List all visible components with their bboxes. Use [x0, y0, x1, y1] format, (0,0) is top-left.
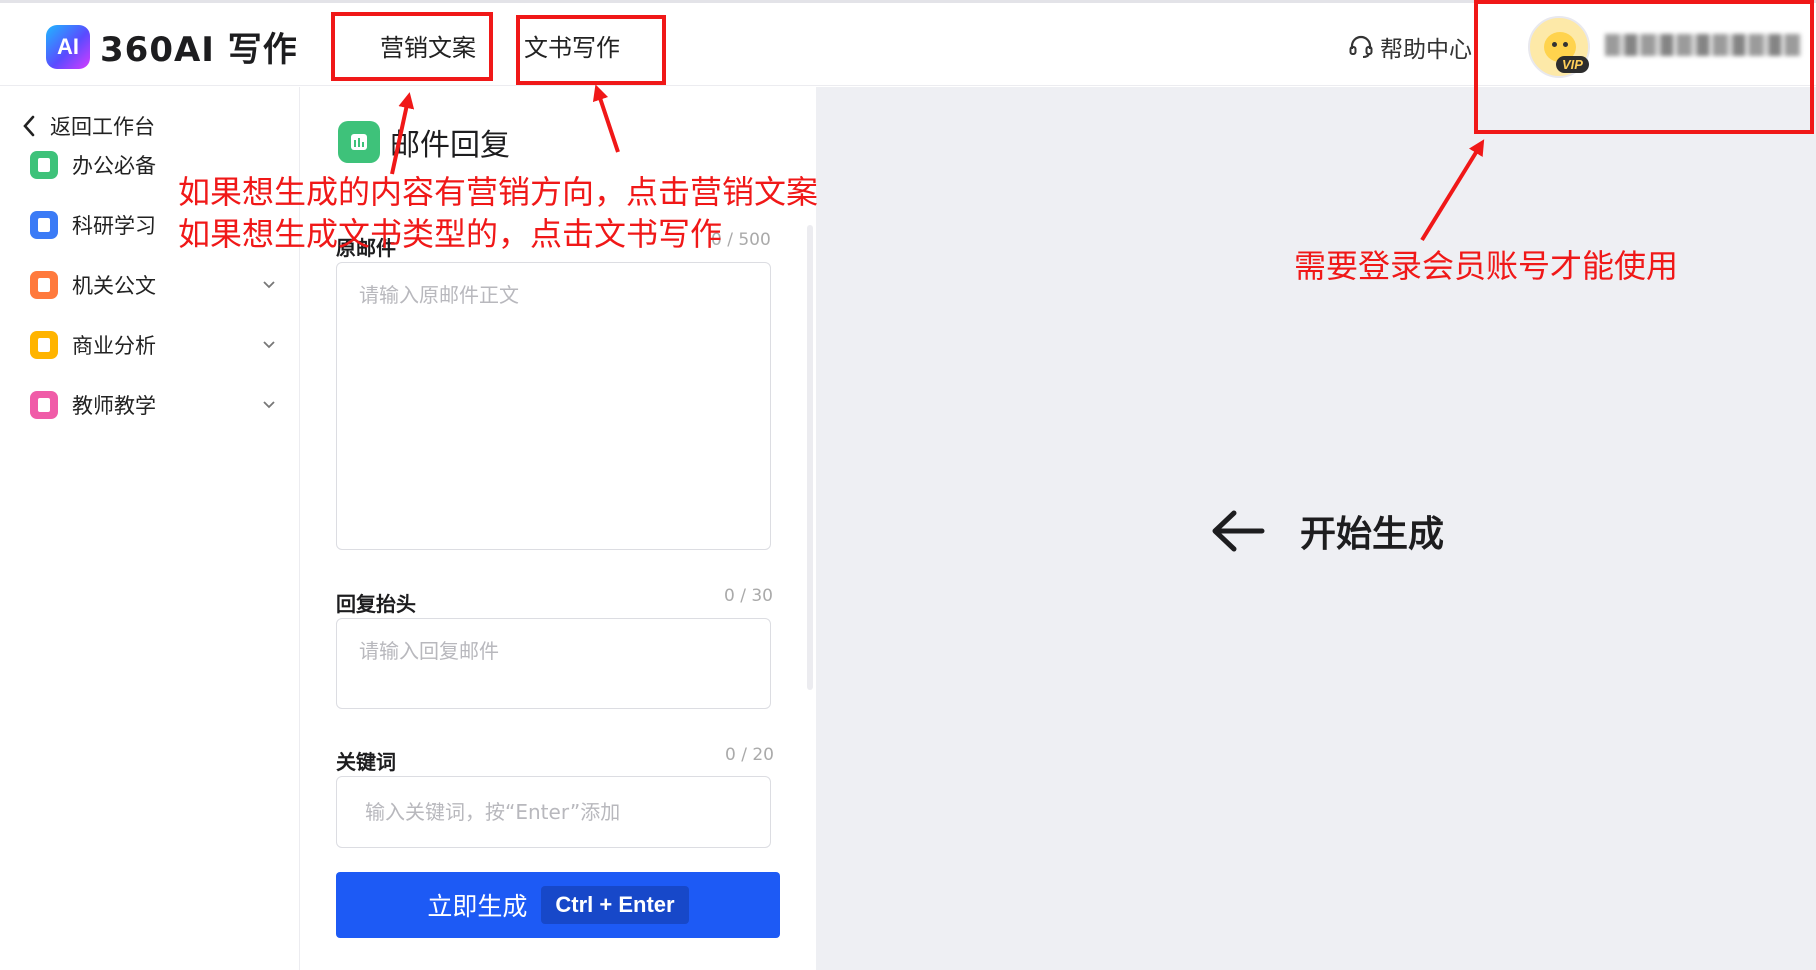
annotation-line-1: 如果想生成的内容有营销方向，点击营销文案: [178, 173, 819, 211]
page: AI 360AI 写作 营销文案 文书写作 帮助中心 VIP 返回工作台 办公必…: [0, 0, 1816, 970]
arrow-to-account: [1420, 139, 1485, 242]
annotation-arrows: [390, 84, 1485, 242]
annotation-line-2: 如果想生成文书类型的，点击文书写作: [178, 215, 723, 253]
arrow-to-marketing-tab: [390, 92, 415, 175]
annotation-account-note: 需要登录会员账号才能使用: [1294, 247, 1679, 285]
arrow-to-document-tab: [592, 84, 620, 153]
